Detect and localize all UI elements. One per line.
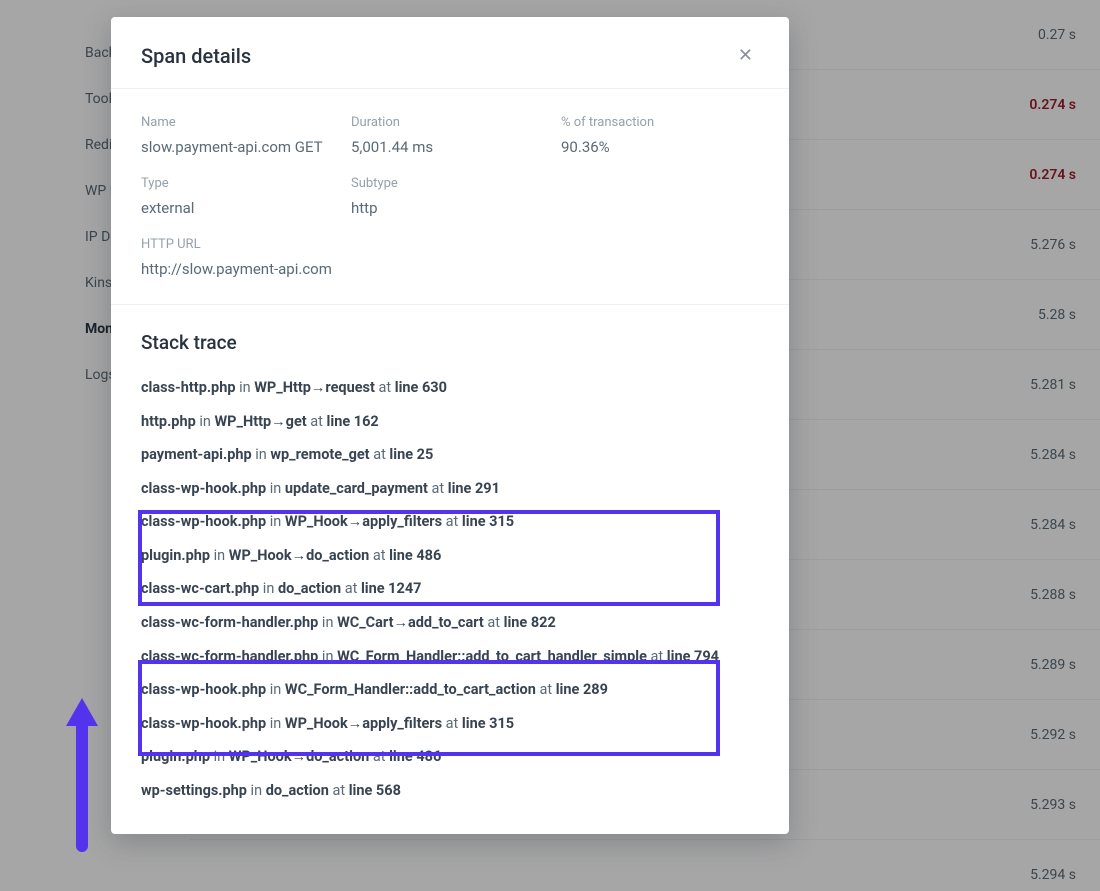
modal-header: Span details ✕	[111, 17, 789, 89]
stack-trace-line: plugin.php in WP_Hook→do_action at line …	[141, 747, 759, 767]
field-type: Type external	[141, 176, 351, 217]
field-subtype: Subtype http	[351, 176, 561, 217]
field-percent: % of transaction 90.36%	[561, 115, 759, 156]
stack-trace-line: plugin.php in WP_Hook→do_action at line …	[141, 546, 759, 566]
field-duration: Duration 5,001.44 ms	[351, 115, 561, 156]
stack-trace-line: http.php in WP_Http→get at line 162	[141, 412, 759, 432]
stack-trace-line: class-wp-hook.php in update_card_payment…	[141, 479, 759, 499]
field-url: HTTP URL http://slow.payment-api.com	[141, 237, 759, 278]
stack-trace-line: class-wc-cart.php in do_action at line 1…	[141, 579, 759, 599]
modal-title: Span details	[141, 44, 251, 68]
close-icon[interactable]: ✕	[732, 41, 759, 70]
field-name: Name slow.payment-api.com GET	[141, 115, 351, 156]
stack-trace-line: class-wp-hook.php in WC_Form_Handler::ad…	[141, 680, 759, 700]
stack-trace-line: class-wc-form-handler.php in WC_Cart→add…	[141, 613, 759, 633]
span-details-modal: Span details ✕ Name slow.payment-api.com…	[111, 17, 789, 834]
stack-trace-line: class-wc-form-handler.php in WC_Form_Han…	[141, 647, 759, 667]
stack-trace-line: class-wp-hook.php in WP_Hook→apply_filte…	[141, 512, 759, 532]
stack-trace-line: wp-settings.php in do_action at line 568	[141, 781, 759, 801]
stack-trace-line: payment-api.php in wp_remote_get at line…	[141, 445, 759, 465]
stack-trace-title: Stack trace	[141, 331, 759, 354]
viewport: BackupsToolsRedirectsWP PluginsIP DenyKi…	[0, 0, 1100, 891]
stack-trace-section: Stack trace class-http.php in WP_Http→re…	[111, 305, 789, 834]
stack-trace-list: class-http.php in WP_Http→request at lin…	[141, 378, 759, 800]
span-summary: Name slow.payment-api.com GET Duration 5…	[111, 89, 789, 305]
stack-trace-line: class-http.php in WP_Http→request at lin…	[141, 378, 759, 398]
stack-trace-line: class-wp-hook.php in WP_Hook→apply_filte…	[141, 714, 759, 734]
